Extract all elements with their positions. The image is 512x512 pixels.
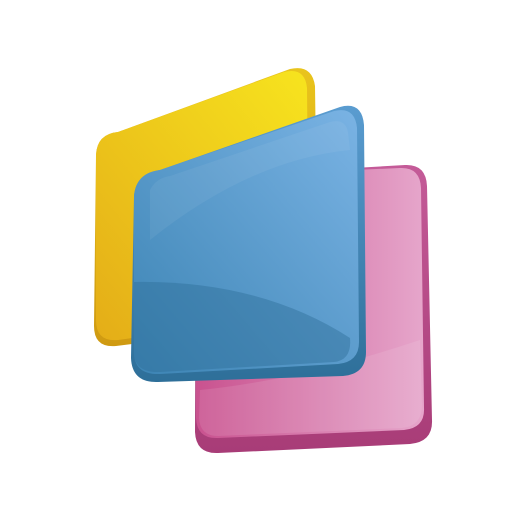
- app-icon-canvas: [0, 0, 512, 512]
- stacked-cards-logo-icon: [94, 68, 433, 454]
